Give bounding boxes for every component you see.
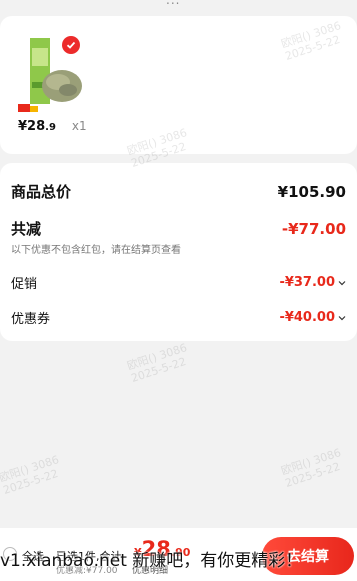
total-row: 商品总价 ¥105.90 — [11, 181, 346, 202]
coupon-value: -¥40.00 — [279, 310, 335, 325]
watermark: 欧阳() 3086 2025-5-22 — [125, 341, 189, 385]
discount-row: 共减 -¥77.00 — [11, 218, 346, 239]
top-hint: ... — [166, 0, 181, 7]
product-price-row: ¥28 .9 x1 — [18, 119, 87, 134]
promo-label: 促销 — [11, 277, 38, 292]
product-card: ¥28 .9 x1 — [0, 16, 357, 154]
coupon-value-group[interactable]: -¥40.00 — [279, 310, 346, 325]
discount-value: -¥77.00 — [281, 219, 346, 238]
total-value: ¥105.90 — [277, 182, 346, 201]
promo-value-group[interactable]: -¥37.00 — [279, 275, 346, 290]
promo-value: -¥37.00 — [279, 275, 335, 290]
product-price-decimal: .9 — [45, 122, 56, 133]
discount-label: 共减 — [11, 220, 42, 238]
chevron-down-icon — [338, 315, 346, 320]
price-summary-card: 商品总价 ¥105.90 共减 -¥77.00 以下优惠不包含红包，请在结算页查… — [0, 163, 357, 341]
product-quantity: x1 — [71, 119, 87, 133]
promo-row[interactable]: 促销 -¥37.00 — [11, 273, 346, 292]
total-label: 商品总价 — [11, 183, 72, 201]
watermark: 欧阳() 3086 2025-5-22 — [0, 453, 61, 497]
coupon-label: 优惠券 — [11, 312, 51, 327]
selected-check-icon[interactable] — [62, 36, 80, 54]
product-price: ¥28 — [18, 119, 46, 134]
overlay-banner-text: v1.xianbao.net 新赚吧，有你更精彩！ — [0, 551, 303, 571]
coupon-row[interactable]: 优惠券 -¥40.00 — [11, 308, 346, 327]
chevron-down-icon — [338, 280, 346, 285]
watermark: 欧阳() 3086 2025-5-22 — [279, 446, 343, 490]
discount-note: 以下优惠不包含红包，请在结算页查看 — [11, 245, 181, 256]
